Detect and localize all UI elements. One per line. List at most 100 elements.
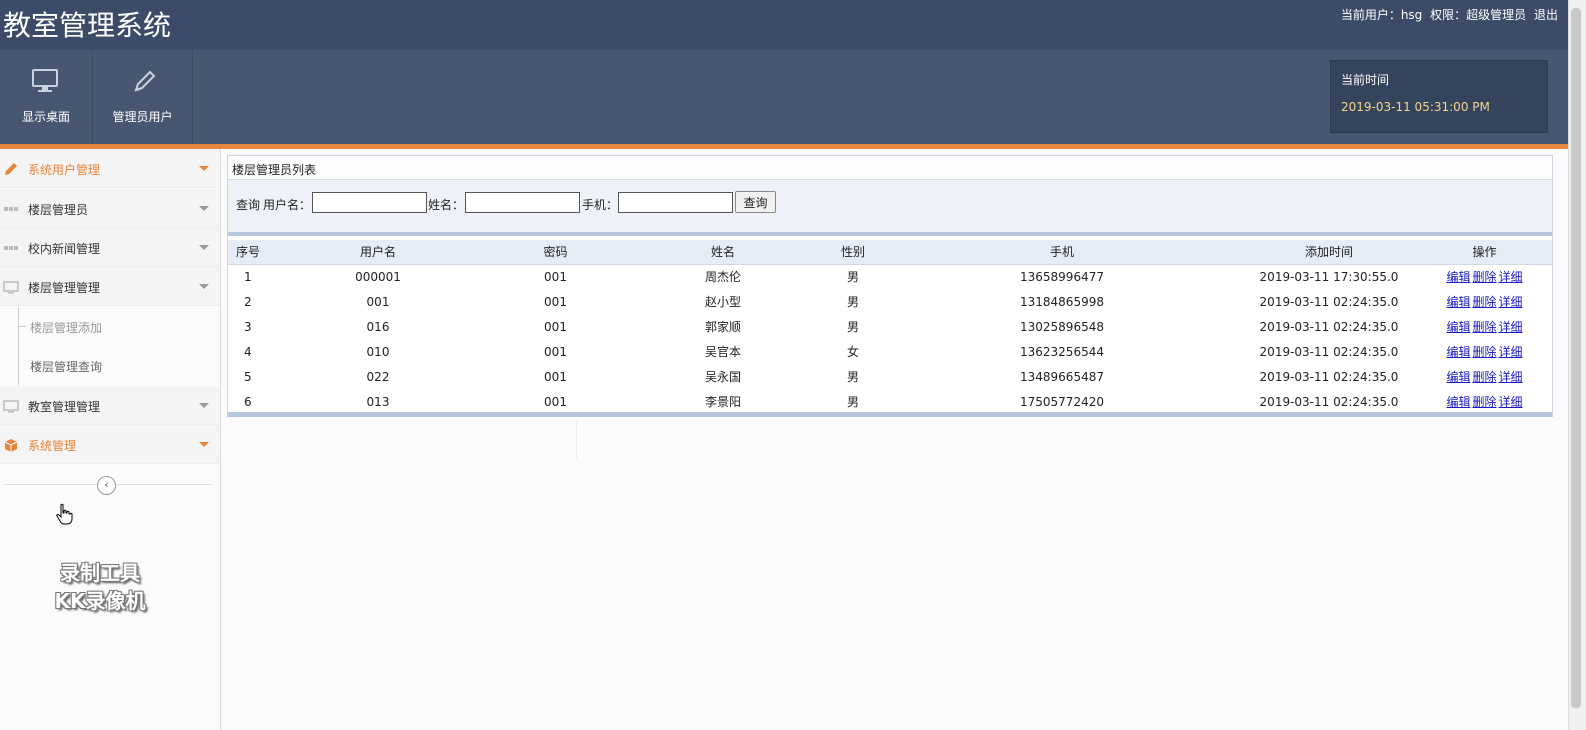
search-query-label: 查询 xyxy=(236,198,261,212)
watermark-line1: 录制工具 xyxy=(60,561,140,585)
submenu-floor-query[interactable]: 楼层管理查询 xyxy=(0,346,220,385)
cell-username: 016 xyxy=(268,314,488,339)
chevron-down-icon xyxy=(199,284,209,289)
cell-phone: 13623256544 xyxy=(883,339,1241,364)
cell-username: 001 xyxy=(268,289,488,314)
detail-link[interactable]: 详细 xyxy=(1499,320,1523,334)
cell-phone: 13025896548 xyxy=(883,314,1241,339)
accent-divider xyxy=(0,144,1568,149)
edit-link[interactable]: 编辑 xyxy=(1446,395,1470,409)
name-input[interactable] xyxy=(465,192,580,213)
username-input[interactable] xyxy=(312,192,427,213)
grid-icon xyxy=(4,246,18,250)
current-user: 当前用户：hsg xyxy=(1340,8,1423,22)
menu-label: 教室管理管理 xyxy=(28,400,101,414)
edit-link[interactable]: 编辑 xyxy=(1446,345,1470,359)
cell-password: 001 xyxy=(488,289,623,314)
chevron-down-icon xyxy=(199,245,209,250)
menu-floor-management[interactable]: 楼层管理管理 xyxy=(0,267,220,306)
cell-actions: 编辑 删除 详细 xyxy=(1417,264,1552,289)
cell-no: 3 xyxy=(228,314,268,339)
submenu-tick xyxy=(18,326,26,327)
menu-system-management[interactable]: 系统管理 xyxy=(0,425,220,464)
menu-floor-admins[interactable]: 楼层管理员 xyxy=(0,189,220,228)
column-header: 密码 xyxy=(488,240,623,265)
cell-name: 周杰伦 xyxy=(623,264,823,289)
cell-actions: 编辑 删除 详细 xyxy=(1417,289,1552,314)
menu-campus-news[interactable]: 校内新闻管理 xyxy=(0,228,220,267)
menu-label: 系统管理 xyxy=(28,439,77,453)
username-label: 用户名： xyxy=(263,198,312,212)
cell-name: 李景阳 xyxy=(623,389,823,414)
cell-no: 4 xyxy=(228,339,268,364)
detail-link[interactable]: 详细 xyxy=(1499,295,1523,309)
admin-user-button[interactable]: 管理员用户 xyxy=(93,50,193,144)
box-icon xyxy=(4,439,18,452)
column-header: 姓名 xyxy=(623,240,823,265)
table-row: 3 016 001 郭家顺男 13025896548 2019-03-11 02:24:3… xyxy=(228,314,1552,339)
column-header: 操作 xyxy=(1417,240,1552,265)
submenu-floor-add[interactable]: 楼层管理添加 xyxy=(0,307,220,346)
table-row: 2 001 001 赵小型男 13184865998 2019-03-11 02:24:3… xyxy=(228,289,1552,314)
menu-label: 校内新闻管理 xyxy=(28,242,101,256)
delete-link[interactable]: 删除 xyxy=(1472,395,1496,409)
watermark-line2: KK录像机 xyxy=(54,589,146,613)
menu-system-users[interactable]: 系统用户管理 xyxy=(0,149,220,188)
table-bottom-border xyxy=(228,412,1552,417)
show-desktop-label: 显示桌面 xyxy=(21,110,70,124)
cell-actions: 编辑 删除 详细 xyxy=(1417,339,1552,364)
menu-label: 系统用户管理 xyxy=(28,163,101,177)
chevron-down-icon xyxy=(199,166,209,171)
scrollbar-thumb[interactable] xyxy=(1571,8,1581,708)
panel-title: 楼层管理员列表 xyxy=(228,156,1552,180)
cell-added: 2019-03-11 02:24:35.0 xyxy=(1241,289,1417,314)
hand-cursor-icon xyxy=(56,503,73,525)
collapse-sidebar-button[interactable]: ‹ xyxy=(97,476,116,495)
app-title: 教室管理系统 xyxy=(3,9,172,42)
delete-link[interactable]: 删除 xyxy=(1472,320,1496,334)
menu-classroom-management[interactable]: 教室管理管理 xyxy=(0,386,220,425)
submenu-label: 楼层管理查询 xyxy=(30,360,103,374)
cell-added: 2019-03-11 02:24:35.0 xyxy=(1241,314,1417,339)
top-header: 教室管理系统 当前用户：hsg 权限：超级管理员 退出 xyxy=(0,0,1568,50)
edit-link[interactable]: 编辑 xyxy=(1446,320,1470,334)
cell-password: 001 xyxy=(488,389,623,414)
column-header: 手机 xyxy=(883,240,1241,265)
table-body: 1 000001 001 周杰伦男 13658996477 2019-03-11 17:3… xyxy=(228,264,1552,414)
phone-label: 手机： xyxy=(582,198,619,212)
show-desktop-button[interactable]: 显示桌面 xyxy=(0,50,93,144)
phone-input[interactable] xyxy=(618,192,733,213)
submenu-label: 楼层管理添加 xyxy=(30,321,103,335)
current-time-value: 2019-03-11 05:31:00 PM xyxy=(1341,100,1490,114)
sidebar: 系统用户管理 楼层管理员 校内新闻管理 楼层管理管理 楼层管理添加 楼层管理查询… xyxy=(0,149,221,730)
edit-link[interactable]: 编辑 xyxy=(1446,270,1470,284)
delete-link[interactable]: 删除 xyxy=(1472,345,1496,359)
detail-link[interactable]: 详细 xyxy=(1499,345,1523,359)
cell-no: 1 xyxy=(228,264,268,289)
delete-link[interactable]: 删除 xyxy=(1472,370,1496,384)
cell-actions: 编辑 删除 详细 xyxy=(1417,389,1552,414)
submenu-line xyxy=(18,346,19,385)
menu-label: 楼层管理管理 xyxy=(28,281,101,295)
monitor-icon xyxy=(3,281,19,294)
logout-link[interactable]: 退出 xyxy=(1534,8,1558,22)
detail-link[interactable]: 详细 xyxy=(1499,395,1523,409)
edit-link[interactable]: 编辑 xyxy=(1446,370,1470,384)
delete-link[interactable]: 删除 xyxy=(1472,270,1496,284)
delete-link[interactable]: 删除 xyxy=(1472,295,1496,309)
cell-name: 吴官本 xyxy=(623,339,823,364)
cell-no: 6 xyxy=(228,389,268,414)
detail-link[interactable]: 详细 xyxy=(1499,270,1523,284)
cell-password: 001 xyxy=(488,339,623,364)
cell-gender: 男 xyxy=(823,264,883,289)
detail-link[interactable]: 详细 xyxy=(1499,370,1523,384)
edit-link[interactable]: 编辑 xyxy=(1446,295,1470,309)
cell-added: 2019-03-11 02:24:35.0 xyxy=(1241,339,1417,364)
cell-username: 010 xyxy=(268,339,488,364)
admin-list-panel: 楼层管理员列表 查询 用户名： 姓名： 手机： 查询 序号 用户名 密码 姓名 … xyxy=(227,155,1553,417)
admin-user-label: 管理员用户 xyxy=(112,110,173,124)
cell-password: 001 xyxy=(488,364,623,389)
search-bar: 查询 用户名： 姓名： 手机： 查询 xyxy=(228,180,1552,236)
cell-gender: 男 xyxy=(823,364,883,389)
search-button[interactable]: 查询 xyxy=(735,191,776,213)
